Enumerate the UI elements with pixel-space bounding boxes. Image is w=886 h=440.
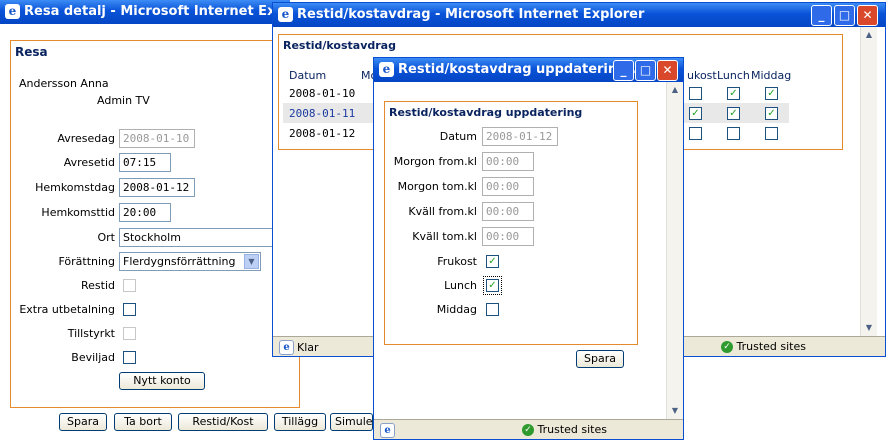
col-header-frukost: ukost: [687, 69, 717, 82]
zone-text: Trusted sites: [736, 340, 807, 353]
beviljad-checkbox[interactable]: [123, 351, 136, 364]
close-icon[interactable]: ✕: [657, 60, 678, 81]
resa-frame: [10, 40, 300, 408]
kvall-tom-label: Kväll tom.kl: [412, 230, 477, 243]
forattning-label: Förättning: [58, 255, 115, 268]
close-icon[interactable]: ✕: [857, 5, 878, 26]
uppdatering-titlebar[interactable]: e Restid/kostavdrag uppdatering ... _ □ …: [374, 58, 683, 82]
scroll-up-icon[interactable]: ▲: [861, 27, 877, 43]
morgon-tom-label: Morgon tom.kl: [397, 180, 477, 193]
section-title: Restid/kostavdrag: [283, 39, 396, 52]
forattning-value: Flerdygnsförrättning: [123, 255, 236, 268]
extra-utbetalning-checkbox[interactable]: [123, 303, 136, 316]
ort-input[interactable]: Stockholm: [119, 228, 279, 247]
page-icon: e: [279, 340, 294, 355]
restid-label: Restid: [81, 279, 115, 292]
hemkomstdag-label: Hemkomstdag: [35, 181, 115, 194]
minimize-icon[interactable]: _: [613, 60, 634, 81]
nytt-konto-button[interactable]: Nytt konto: [119, 372, 205, 390]
trusted-sites-icon: ✓: [721, 341, 733, 353]
tillstyrkt-checkbox[interactable]: [123, 327, 136, 340]
section-title: Restid/kostavdrag uppdatering: [389, 106, 583, 119]
extra-utbetalning-label: Extra utbetalning: [19, 303, 115, 316]
lunch-checkbox[interactable]: ✓: [483, 276, 502, 295]
col-header-datum: Datum: [289, 69, 327, 82]
restid-kost-button[interactable]: Restid/Kost: [178, 413, 268, 431]
lunch-checkbox[interactable]: [727, 127, 740, 140]
middag-checkbox[interactable]: ✓: [765, 87, 778, 100]
uppdatering-window: e Restid/kostavdrag uppdatering ... _ □ …: [373, 57, 684, 440]
restid-kostavdrag-titlebar[interactable]: e Restid/kostavdrag - Microsoft Internet…: [273, 3, 885, 27]
scroll-down-icon[interactable]: ▼: [861, 320, 877, 336]
avresedag-label: Avresedag: [57, 132, 115, 145]
frukost-checkbox[interactable]: ✓: [689, 107, 702, 120]
beviljad-label: Beviljad: [71, 351, 115, 364]
section-title: Resa: [15, 45, 48, 59]
middag-checkbox[interactable]: ✓: [765, 107, 778, 120]
ie-icon: e: [5, 4, 20, 19]
scroll-down-icon[interactable]: ▼: [667, 403, 683, 419]
zone-text: Trusted sites: [537, 423, 608, 436]
frukost-label: Frukost: [437, 255, 477, 268]
frukost-checkbox[interactable]: [689, 127, 702, 140]
avresetid-input[interactable]: 07:15: [119, 153, 171, 172]
frukost-checkbox[interactable]: ✓: [486, 255, 499, 268]
avresedag-input[interactable]: 2008-01-10: [119, 129, 195, 148]
vertical-scrollbar[interactable]: ▲ ▼: [860, 27, 877, 336]
page-icon: e: [380, 423, 395, 438]
minimize-icon[interactable]: _: [811, 5, 832, 26]
kvall-from-input[interactable]: 00:00: [482, 202, 534, 221]
col-header-middag: Middag: [751, 69, 792, 82]
simulera-button[interactable]: Simule: [330, 413, 373, 431]
morgon-from-label: Morgon from.kl: [393, 155, 477, 168]
ie-icon: e: [379, 62, 394, 77]
frukost-checkbox[interactable]: [689, 87, 702, 100]
morgon-from-input[interactable]: 00:00: [482, 152, 534, 171]
lunch-checkbox[interactable]: ✓: [727, 87, 740, 100]
ort-label: Ort: [97, 231, 116, 244]
window-title: Restid/kostavdrag - Microsoft Internet E…: [297, 7, 645, 22]
middag-checkbox[interactable]: [486, 303, 499, 316]
row-datum: 2008-01-12: [289, 127, 356, 140]
person-name: Andersson Anna: [19, 77, 109, 90]
spara-button[interactable]: Spara: [576, 350, 624, 368]
hemkomsttid-input[interactable]: 20:00: [119, 203, 171, 222]
maximize-icon[interactable]: □: [635, 60, 656, 81]
zone-indicator: ✓ Trusted sites: [522, 423, 607, 436]
trusted-sites-icon: ✓: [522, 424, 534, 436]
zone-indicator: ✓ Trusted sites: [721, 340, 806, 353]
datum-input[interactable]: 2008-01-12: [482, 127, 558, 146]
ta-bort-button[interactable]: Ta bort: [114, 413, 172, 431]
kvall-tom-input[interactable]: 00:00: [482, 227, 534, 246]
avresetid-label: Avresetid: [63, 156, 115, 169]
resa-detalj-window: e Resa detalj - Microsoft Internet Explo…: [0, 0, 320, 440]
col-header-lunch: Lunch: [717, 69, 750, 82]
vertical-scrollbar[interactable]: ▲ ▼: [666, 82, 683, 419]
chevron-down-icon[interactable]: ▼: [244, 254, 259, 269]
hemkomsttid-label: Hemkomsttid: [41, 206, 115, 219]
datum-label: Datum: [439, 130, 477, 143]
morgon-tom-input[interactable]: 00:00: [482, 177, 534, 196]
forattning-select[interactable]: Flerdygnsförrättning ▼: [119, 252, 261, 271]
tillstyrkt-label: Tillstyrkt: [67, 327, 115, 340]
middag-checkbox[interactable]: [765, 127, 778, 140]
org-name: Admin TV: [97, 94, 150, 107]
status-text: Klar: [297, 341, 319, 354]
kvall-from-label: Kväll from.kl: [408, 205, 477, 218]
row-datum: 2008-01-10: [289, 87, 356, 100]
status-bar: e ✓ Trusted sites: [374, 419, 683, 439]
resa-detalj-titlebar[interactable]: e Resa detalj - Microsoft Internet Explo…: [0, 0, 320, 24]
window-title: Restid/kostavdrag uppdatering ...: [398, 62, 646, 77]
spara-button[interactable]: Spara: [59, 413, 107, 431]
restid-checkbox[interactable]: [123, 279, 136, 292]
ie-icon: e: [278, 7, 293, 22]
lunch-label: Lunch: [444, 279, 477, 292]
maximize-icon[interactable]: □: [834, 5, 855, 26]
hemkomstdag-input[interactable]: 2008-01-12: [119, 178, 195, 197]
lunch-checkbox[interactable]: ✓: [727, 107, 740, 120]
row-datum: 2008-01-11: [289, 107, 356, 120]
tillagg-button[interactable]: Tillägg: [274, 413, 326, 431]
middag-label: Middag: [436, 303, 477, 316]
scroll-up-icon[interactable]: ▲: [667, 82, 683, 98]
